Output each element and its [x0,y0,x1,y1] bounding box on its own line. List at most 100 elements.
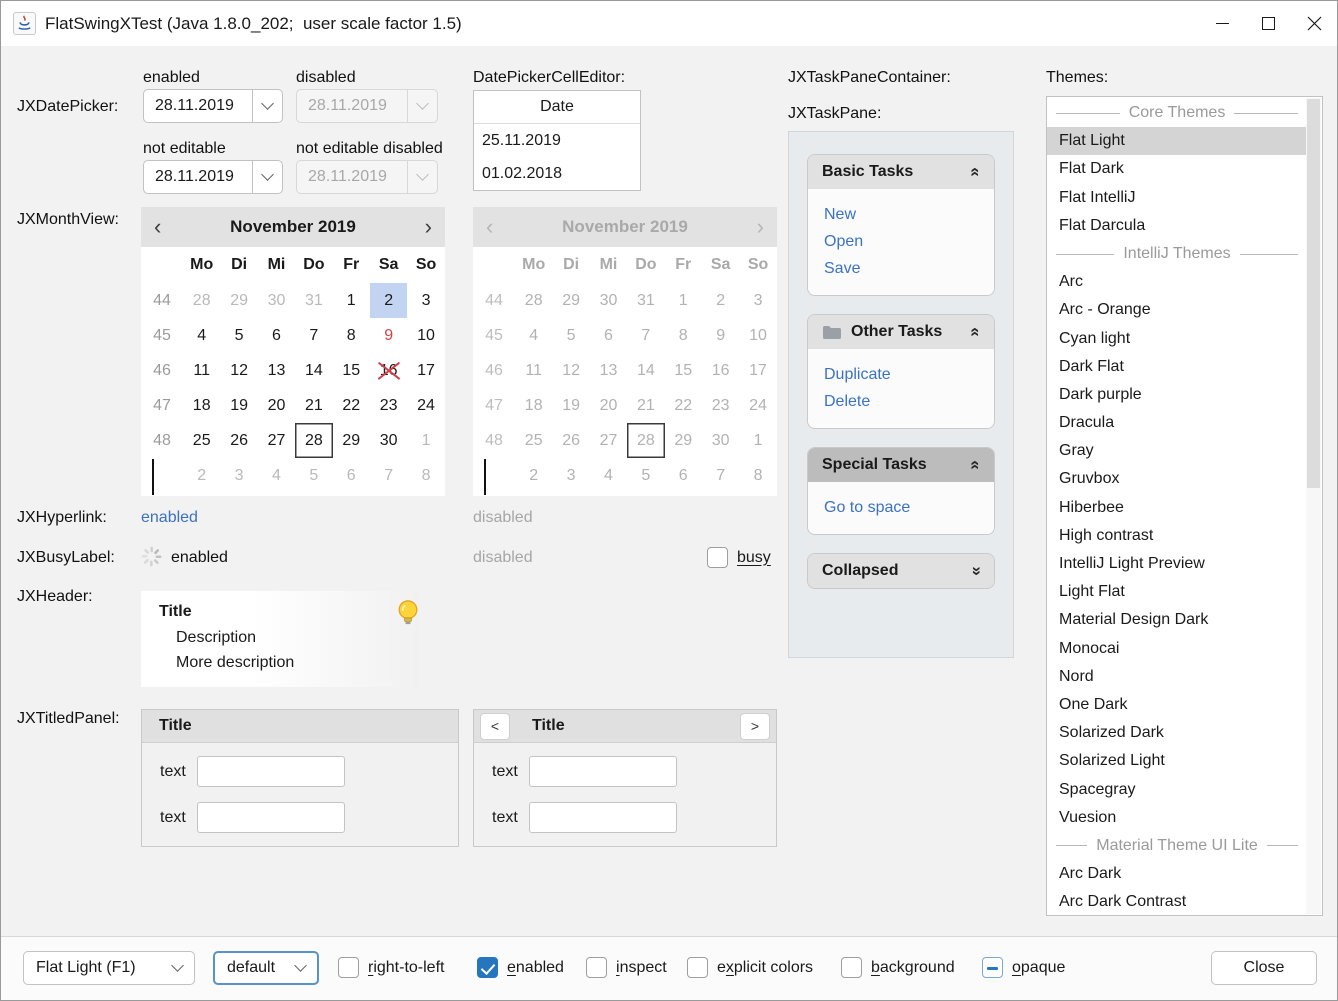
checkbox-label[interactable]: enabled [507,959,564,977]
calendar-day[interactable]: 16 [370,353,407,388]
taskpane-header[interactable]: Other Tasks« [808,315,994,349]
taskpane-header[interactable]: Special Tasks« [808,448,994,482]
theme-item-spacegray[interactable]: Spacegray [1047,776,1307,804]
theme-item-nord[interactable]: Nord [1047,663,1307,691]
next-month-icon[interactable]: › [425,217,432,237]
close-button[interactable]: Close [1211,951,1317,985]
calendar-day[interactable]: 21 [295,388,332,423]
text-input[interactable] [197,802,345,833]
calendar-day[interactable]: 31 [295,283,332,318]
text-input[interactable] [197,756,345,787]
task-link-save[interactable]: Save [824,255,978,282]
panel-left-button[interactable]: < [480,713,510,740]
calendar-day[interactable]: 15 [333,353,370,388]
calendar-day[interactable]: 13 [258,353,295,388]
checkbox-enabled[interactable] [477,957,498,978]
calendar-day[interactable]: 4 [183,318,220,353]
datepicker-not-editable[interactable]: 28.11.2019 [143,160,283,194]
task-link-go-to-space[interactable]: Go to space [824,494,978,521]
checkbox-label[interactable]: opaque [1012,959,1065,977]
theme-item-flat-light[interactable]: Flat Light [1047,127,1307,155]
theme-item-monocai[interactable]: Monocai [1047,635,1307,663]
calendar-day[interactable]: 23 [370,388,407,423]
calendar-day[interactable]: 6 [333,458,370,493]
date-table-header[interactable]: Date [474,91,640,124]
theme-item-flat-darcula[interactable]: Flat Darcula [1047,212,1307,240]
theme-item-gruvbox[interactable]: Gruvbox [1047,465,1307,493]
theme-item-solarized-dark[interactable]: Solarized Dark [1047,719,1307,747]
calendar-day[interactable]: 30 [370,423,407,458]
minimize-button[interactable] [1199,1,1245,46]
calendar-day[interactable]: 6 [258,318,295,353]
theme-item-gray[interactable]: Gray [1047,437,1307,465]
calendar-day[interactable]: 3 [407,283,444,318]
busy-checkbox[interactable] [707,547,728,568]
calendar-day[interactable]: 27 [258,423,295,458]
datepicker-value[interactable]: 28.11.2019 [144,90,252,122]
theme-item-light-flat[interactable]: Light Flat [1047,578,1307,606]
theme-item-one-dark[interactable]: One Dark [1047,691,1307,719]
checkbox-opaque[interactable] [982,957,1003,978]
datepicker-dropdown-button[interactable] [252,161,282,193]
theme-item-hiberbee[interactable]: Hiberbee [1047,494,1307,522]
calendar-day[interactable]: 29 [333,423,370,458]
calendar-day[interactable]: 7 [370,458,407,493]
calendar-day[interactable]: 25 [183,423,220,458]
theme-item-dark-flat[interactable]: Dark Flat [1047,353,1307,381]
calendar-day[interactable]: 8 [333,318,370,353]
busy-checkbox-label[interactable]: busy [737,549,771,567]
checkbox-explicit-colors[interactable] [687,957,708,978]
theme-item-flat-intellij[interactable]: Flat IntelliJ [1047,184,1307,212]
calendar-day[interactable]: 12 [220,353,257,388]
look-and-feel-combobox[interactable]: Flat Light (F1) [23,951,195,985]
calendar-day[interactable]: 30 [258,283,295,318]
scrollbar-thumb[interactable] [1307,99,1320,488]
calendar-day[interactable]: 3 [220,458,257,493]
calendar-day[interactable]: 2 [370,283,407,318]
maximize-button[interactable] [1245,1,1291,46]
calendar-day[interactable]: 5 [220,318,257,353]
taskpane-header[interactable]: Basic Tasks« [808,155,994,189]
calendar-day[interactable]: 11 [183,353,220,388]
theme-item-vuesion[interactable]: Vuesion [1047,804,1307,832]
theme-item-dark-purple[interactable]: Dark purple [1047,381,1307,409]
checkbox-label[interactable]: background [871,959,955,977]
theme-item-cyan-light[interactable]: Cyan light [1047,325,1307,353]
theme-item-material-design-dark[interactable]: Material Design Dark [1047,606,1307,634]
calendar-day[interactable]: 18 [183,388,220,423]
close-window-button[interactable] [1291,1,1337,46]
theme-item-arc-dark[interactable]: Arc Dark [1047,860,1307,888]
scrollbar[interactable] [1306,98,1321,914]
calendar-day[interactable]: 4 [258,458,295,493]
theme-item-dracula[interactable]: Dracula [1047,409,1307,437]
calendar-day[interactable]: 19 [220,388,257,423]
text-input[interactable] [529,802,677,833]
task-link-duplicate[interactable]: Duplicate [824,361,978,388]
calendar-day[interactable]: 17 [407,353,444,388]
datepicker-dropdown-button[interactable] [252,90,282,122]
taskpane-header[interactable]: Collapsed« [808,554,994,588]
datepicker-enabled[interactable]: 28.11.2019 [143,89,283,123]
checkbox-inspect[interactable] [586,957,607,978]
task-link-delete[interactable]: Delete [824,388,978,415]
calendar-day[interactable]: 1 [407,423,444,458]
calendar-day[interactable]: 28 [183,283,220,318]
calendar-day[interactable]: 2 [183,458,220,493]
calendar-day[interactable]: 20 [258,388,295,423]
calendar-day[interactable]: 28 [295,423,332,458]
calendar-day[interactable]: 29 [220,283,257,318]
checkbox-label[interactable]: explicit colors [717,959,813,977]
calendar-day[interactable]: 1 [333,283,370,318]
theme-item-high-contrast[interactable]: High contrast [1047,522,1307,550]
calendar-day[interactable]: 7 [295,318,332,353]
font-combobox[interactable]: default [213,951,319,985]
table-row[interactable]: 01.02.2018 [474,157,640,190]
theme-item-flat-dark[interactable]: Flat Dark [1047,155,1307,183]
theme-item-arc-orange[interactable]: Arc - Orange [1047,296,1307,324]
calendar-day[interactable]: 9 [370,318,407,353]
checkbox-label[interactable]: right-to-left [368,959,444,977]
checkbox-label[interactable]: inspect [616,959,667,977]
calendar-day[interactable]: 5 [295,458,332,493]
task-link-open[interactable]: Open [824,228,978,255]
panel-right-button[interactable]: > [740,713,770,740]
